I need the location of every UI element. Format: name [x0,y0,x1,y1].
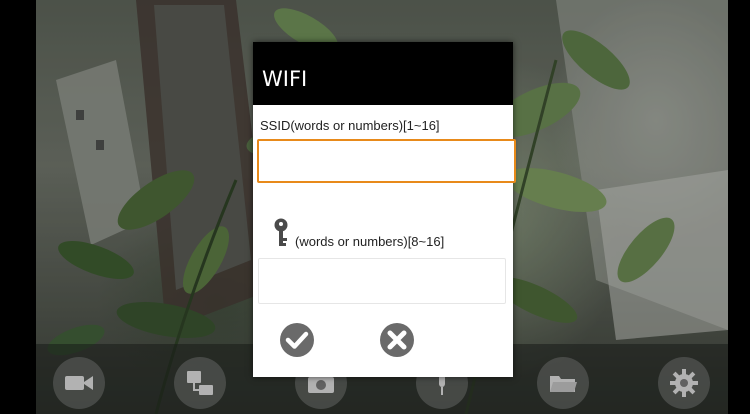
ssid-input[interactable] [257,139,516,183]
ssid-label: SSID(words or numbers)[1~16] [260,118,440,133]
confirm-button[interactable] [279,322,315,362]
app-screen: WIFI SSID(words or numbers)[1~16] (words… [0,0,750,414]
password-input[interactable] [258,258,506,304]
check-circle-icon [279,322,315,362]
dialog-header: WIFI [253,42,513,105]
dialog-title: WIFI [262,67,308,91]
close-circle-icon [379,322,415,362]
password-label-row: (words or numbers)[8~16] [273,217,444,253]
wifi-dialog: WIFI SSID(words or numbers)[1~16] (words… [253,42,516,377]
cancel-button[interactable] [379,322,415,362]
password-label: (words or numbers)[8~16] [295,233,445,249]
key-icon [273,218,289,252]
